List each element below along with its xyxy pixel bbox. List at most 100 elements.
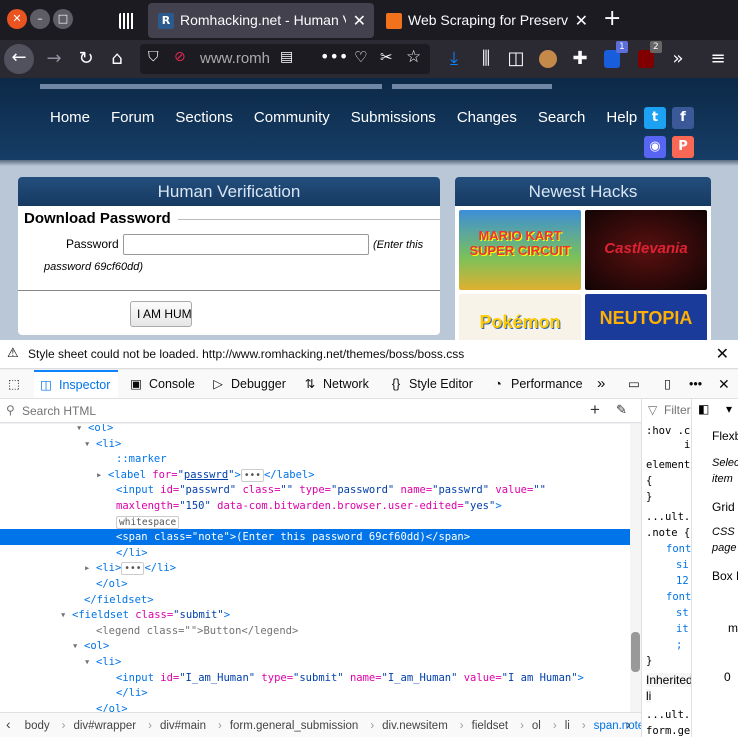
breadcrumb-prev-icon[interactable]: ‹ (6, 716, 11, 732)
breadcrumb-item[interactable]: fieldset (472, 720, 508, 732)
library-icon[interactable]: ⫼ (472, 45, 500, 73)
new-tab-icon[interactable]: + (603, 6, 621, 31)
app-menu-icon[interactable]: ≡ (704, 45, 732, 73)
window-close-button[interactable]: ✕ (7, 9, 27, 29)
window-maximize-button[interactable]: □ (53, 9, 73, 29)
breadcrumb-item[interactable]: div#wrapper (73, 720, 136, 732)
scrollbar-thumb[interactable] (631, 632, 640, 672)
rules-panel[interactable]: ▽ Filter :hov .cl i element {} ...ult.cs .not… (641, 399, 691, 737)
screenshot-icon[interactable]: ✂ (380, 48, 393, 66)
dock-toggle-icon[interactable]: ▭ (628, 370, 640, 398)
markup-node[interactable]: </fieldset> (0, 592, 630, 608)
expand-toggle-icon[interactable]: ▸ (96, 467, 102, 483)
menu-forum[interactable]: Forum (111, 109, 154, 126)
breadcrumb-item[interactable]: ol (532, 720, 541, 732)
devtools-close-icon[interactable]: ✕ (718, 370, 730, 398)
tab-pinned[interactable] (112, 3, 142, 38)
ublock-icon[interactable]: 2 (632, 41, 662, 73)
tab-close-icon[interactable]: ✕ (575, 3, 588, 38)
markup-node[interactable]: <legend class="">Button</legend> (0, 623, 630, 639)
sidebar-icon[interactable]: ◫ (502, 45, 530, 73)
markup-node[interactable]: ▸ <li> ••• </li> (0, 560, 630, 576)
markup-node[interactable]: ▾ <ol> (0, 638, 630, 654)
tab-performance[interactable]: ◔ Performance (490, 370, 582, 398)
extensions-icon[interactable]: ✚ (566, 45, 594, 73)
breadcrumb-item[interactable]: form.general_submission (230, 720, 358, 732)
hack-thumbnail-pokemon[interactable]: Pokémon (459, 294, 581, 340)
reload-icon[interactable]: ↻ (72, 45, 100, 73)
breadcrumb-item[interactable]: body (25, 720, 50, 732)
markup-node[interactable]: ::marker (0, 451, 630, 467)
discord-icon[interactable]: ◉ (644, 136, 666, 158)
breadcrumb-item[interactable]: span.note (594, 720, 641, 732)
close-icon[interactable]: ✕ (716, 344, 729, 363)
add-node-icon[interactable]: + (590, 400, 600, 420)
markup-node[interactable]: </li> (0, 545, 630, 561)
chevron-down-icon[interactable]: ▾ (726, 402, 732, 416)
breadcrumb-next-icon[interactable]: › (626, 713, 631, 736)
eyedropper-icon[interactable]: ✎ (616, 402, 627, 418)
menu-submissions[interactable]: Submissions (351, 109, 436, 126)
menu-search[interactable]: Search (538, 109, 586, 126)
layout-panel[interactable]: ◧ ▾ Flexb Selec item Grid CSS G page Box M ma 0 (691, 399, 738, 737)
menu-sections[interactable]: Sections (175, 109, 233, 126)
responsive-design-icon[interactable]: ▯ (664, 370, 671, 398)
account-avatar-icon[interactable] (534, 45, 562, 73)
markup-node[interactable]: maxlength="150" data-com.bitwarden.brows… (0, 498, 630, 514)
markup-node[interactable]: ▾ <fieldset class="submit"> (0, 607, 630, 623)
hack-thumbnail-neutopia[interactable]: NEUTOPIA (585, 294, 707, 340)
breadcrumb-item[interactable]: div#main (160, 720, 206, 732)
markup-node[interactable]: <input id="passwrd" class="" type="passw… (0, 482, 630, 498)
tab-style-editor[interactable]: {} Style Editor (388, 370, 473, 398)
back-icon[interactable]: ← (4, 44, 34, 74)
downloads-icon[interactable]: ⤓ (440, 45, 468, 73)
hack-thumbnail-castlevania[interactable]: Castlevania (585, 210, 707, 290)
url-bar[interactable]: ⛉ ⊘ www.romh ▤ ••• ♡ ✂ ☆ (140, 44, 430, 74)
window-minimize-button[interactable]: – (30, 9, 50, 29)
element-picker-icon[interactable]: ⬚ (8, 370, 20, 398)
tab-inspector[interactable]: ◫ Inspector (34, 370, 119, 398)
markup-node[interactable]: </ol> (0, 701, 630, 712)
markup-node[interactable]: </li> (0, 685, 630, 701)
facebook-icon[interactable]: f (672, 107, 694, 129)
markup-node-selected[interactable]: <span class="note">(Enter this password … (0, 529, 630, 546)
patreon-icon[interactable]: P (672, 136, 694, 158)
url-text[interactable]: www.romh (200, 50, 270, 67)
markup-node[interactable]: whitespace (0, 514, 630, 530)
menu-home[interactable]: Home (50, 109, 90, 126)
search-html-input[interactable]: Search HTML (22, 404, 96, 418)
markup-node[interactable]: <input id="I_am_Human" type="submit" nam… (0, 670, 630, 686)
expand-toggle-icon[interactable]: ▾ (84, 436, 90, 452)
markup-node[interactable]: </ol> (0, 576, 630, 592)
tab-debugger[interactable]: ▷ Debugger (210, 370, 286, 398)
rules-filter-input[interactable]: Filter (664, 403, 691, 417)
i-am-human-button[interactable]: I AM HUMAN (130, 301, 192, 327)
tab-romhacking[interactable]: R Romhacking.net - Human Verification ✕ (148, 3, 374, 38)
expand-toggle-icon[interactable]: ▾ (72, 638, 78, 654)
menu-help[interactable]: Help (606, 109, 637, 126)
shield-icon[interactable]: ⛉ (148, 49, 159, 65)
twitter-icon[interactable]: t (644, 107, 666, 129)
breadcrumb-item[interactable]: li (565, 720, 570, 732)
markup-view[interactable]: ▾ <ol> ▾ <li>::marker ▸ <label for="passwrd">… (0, 424, 641, 712)
menu-community[interactable]: Community (254, 109, 330, 126)
tab-web-scraping[interactable]: Web Scraping for Preservation ✕ (376, 3, 596, 38)
expand-toggle-icon[interactable]: ▸ (84, 560, 90, 576)
more-tools-chevron-icon[interactable]: » (597, 370, 605, 398)
password-field[interactable] (123, 234, 369, 255)
devtools-menu-icon[interactable]: ••• (689, 370, 702, 398)
overflow-chevron-icon[interactable]: » (664, 45, 692, 73)
menu-changes[interactable]: Changes (457, 109, 517, 126)
expand-toggle-icon[interactable]: ▾ (60, 607, 66, 623)
markup-scrollbar[interactable] (630, 424, 641, 712)
markup-node[interactable]: ▾ <ol> (0, 424, 630, 436)
home-icon[interactable]: ⌂ (103, 45, 131, 73)
tab-close-icon[interactable]: ✕ (353, 3, 366, 38)
markup-node[interactable]: ▾ <li> (0, 654, 630, 670)
tab-console[interactable]: ▣ Console (128, 370, 195, 398)
forward-icon[interactable]: → (40, 45, 68, 73)
pocket-icon[interactable]: ♡ (354, 48, 367, 66)
expand-toggle-icon[interactable]: ▾ (76, 424, 82, 436)
bookmark-star-icon[interactable]: ☆ (406, 47, 421, 67)
search-html-bar[interactable]: ⚲ Search HTML + ✎ (0, 399, 641, 423)
